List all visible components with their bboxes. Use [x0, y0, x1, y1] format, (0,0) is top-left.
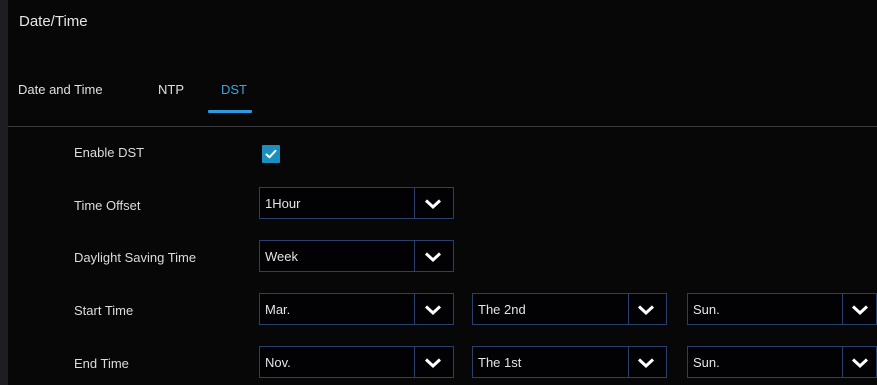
select-separator: [414, 241, 415, 271]
select-separator: [628, 294, 629, 324]
start-month-select[interactable]: Mar.: [259, 293, 454, 325]
select-separator: [842, 294, 843, 324]
start-month-value: Mar.: [265, 302, 291, 317]
enable-dst-label: Enable DST: [74, 145, 145, 160]
select-separator: [414, 294, 415, 324]
chevron-down-icon: [637, 305, 655, 316]
chevron-down-icon: [851, 305, 869, 316]
end-month-value: Nov.: [265, 355, 291, 370]
end-week-select[interactable]: The 1st: [472, 346, 667, 378]
chevron-down-icon: [424, 199, 442, 210]
end-day-value: Sun.: [693, 355, 720, 370]
start-day-select[interactable]: Sun.: [687, 293, 877, 325]
daylight-saving-mode-select[interactable]: Week: [259, 240, 454, 272]
active-tab-indicator: [208, 110, 252, 113]
start-week-select[interactable]: The 2nd: [472, 293, 667, 325]
start-week-value: The 2nd: [478, 302, 526, 317]
start-time-label: Start Time: [74, 303, 134, 318]
chevron-down-icon: [424, 305, 442, 316]
end-day-select[interactable]: Sun.: [687, 346, 877, 378]
end-month-select[interactable]: Nov.: [259, 346, 454, 378]
time-offset-select[interactable]: 1Hour: [259, 187, 454, 219]
header-divider: [8, 126, 877, 127]
end-week-value: The 1st: [478, 355, 522, 370]
chevron-down-icon: [424, 252, 442, 263]
daylight-saving-mode-value: Week: [265, 249, 298, 264]
time-offset-label: Time Offset: [74, 198, 141, 213]
time-offset-value: 1Hour: [265, 196, 301, 211]
tab-ntp[interactable]: NTP: [158, 82, 184, 97]
check-icon: [265, 149, 277, 159]
chevron-down-icon: [851, 358, 869, 369]
page-title: Date/Time: [19, 13, 88, 30]
daylight-saving-time-label: Daylight Saving Time: [74, 250, 197, 265]
select-separator: [628, 347, 629, 377]
tab-date-and-time[interactable]: Date and Time: [18, 82, 103, 97]
start-day-value: Sun.: [693, 302, 720, 317]
tab-dst[interactable]: DST: [221, 82, 247, 97]
select-separator: [842, 347, 843, 377]
chevron-down-icon: [424, 358, 442, 369]
end-time-label: End Time: [74, 356, 129, 371]
select-separator: [414, 188, 415, 218]
select-separator: [414, 347, 415, 377]
window-left-edge: [0, 0, 8, 385]
chevron-down-icon: [637, 358, 655, 369]
enable-dst-checkbox[interactable]: [262, 145, 280, 163]
